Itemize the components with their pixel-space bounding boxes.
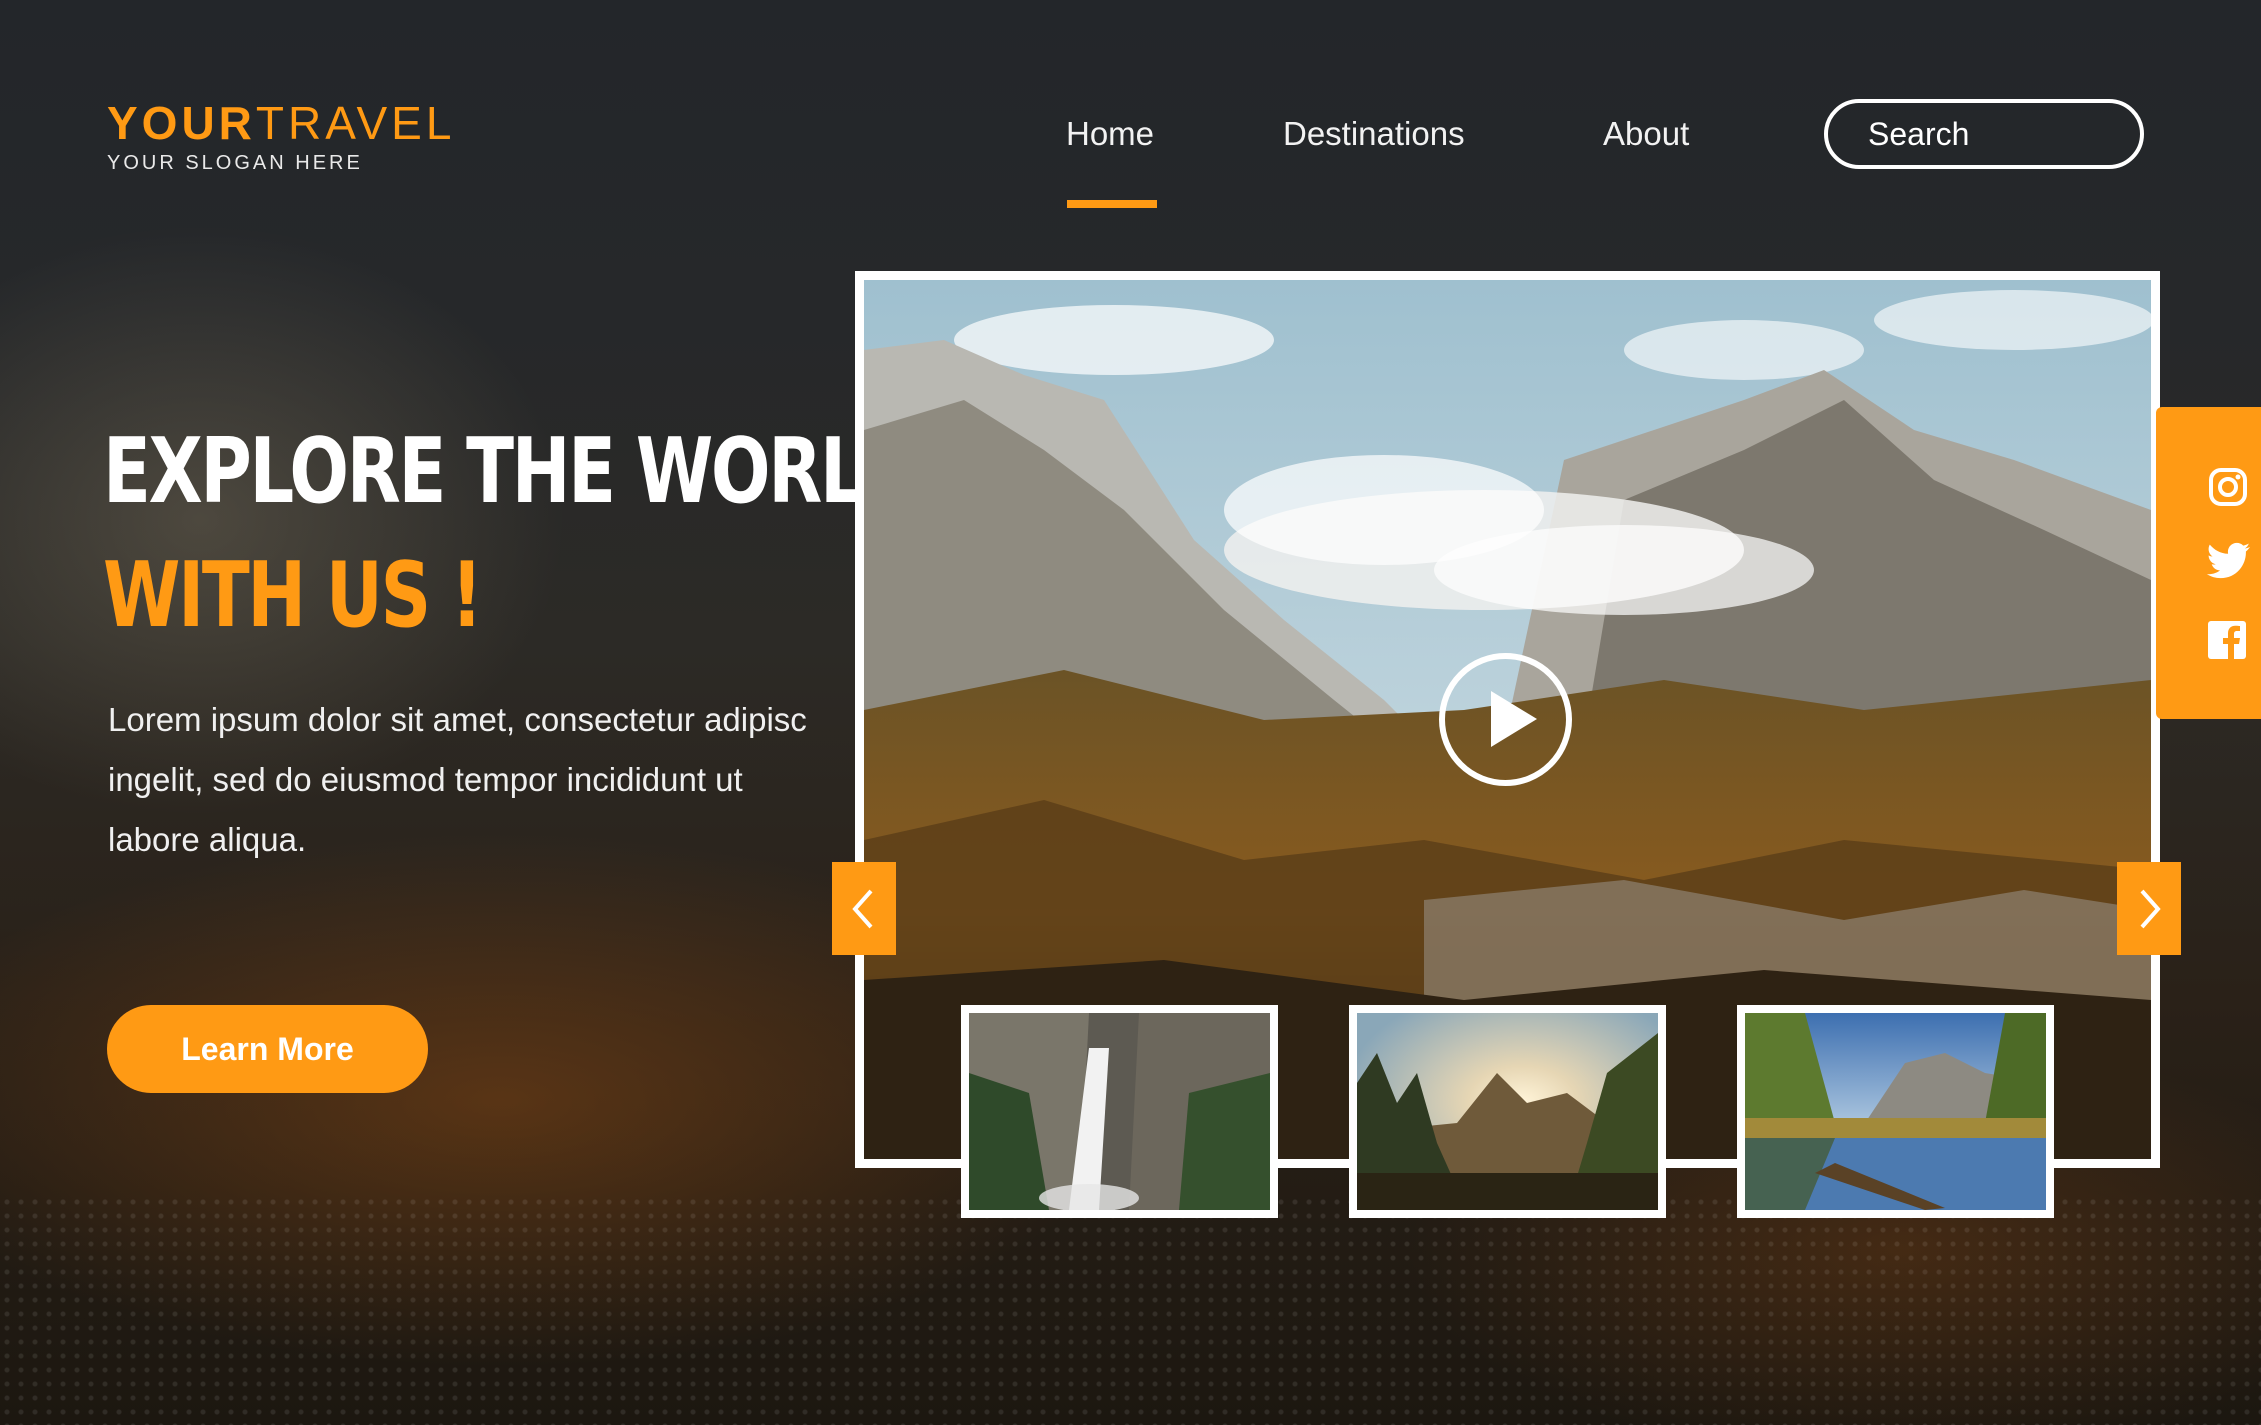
- social-sidebar: [2156, 407, 2261, 719]
- chevron-right-icon: [2140, 889, 2161, 928]
- thumbnail-image-waterfall: [969, 1013, 1270, 1210]
- hero-description: Lorem ipsum dolor sit amet, consectetur …: [108, 701, 807, 858]
- gallery-prev-button[interactable]: [832, 862, 896, 955]
- learn-more-button[interactable]: Learn More: [107, 1005, 428, 1093]
- instagram-icon[interactable]: [2208, 467, 2248, 507]
- nav-item-about[interactable]: About: [1603, 114, 1689, 154]
- nav-active-indicator: [1067, 200, 1157, 208]
- gallery-thumbnail-1[interactable]: [961, 1005, 1278, 1218]
- thumbnail-image-lake: [1745, 1013, 2046, 1210]
- facebook-icon[interactable]: [2208, 621, 2246, 659]
- search-input[interactable]: [1824, 99, 2144, 169]
- twitter-icon[interactable]: [2206, 541, 2252, 581]
- play-icon: [1491, 691, 1537, 747]
- logo[interactable]: YOURTRAVEL YOUR SLOGAN HERE: [107, 98, 455, 175]
- play-button[interactable]: [1439, 653, 1572, 786]
- gallery-thumbnail-3[interactable]: [1737, 1005, 2054, 1218]
- hero-headline: EXPLORE THE WORLD WITH US !: [103, 410, 921, 658]
- thumbnail-image-sunset: [1357, 1013, 1658, 1210]
- logo-wordmark: YOURTRAVEL: [107, 98, 455, 148]
- gallery-thumbnail-2[interactable]: [1349, 1005, 1666, 1218]
- hero-headline-line2: WITH US !: [103, 543, 483, 648]
- gallery-next-button[interactable]: [2117, 862, 2181, 955]
- logo-slogan: YOUR SLOGAN HERE: [107, 152, 363, 174]
- background-dot-pattern: [0, 1195, 2261, 1425]
- nav-item-home[interactable]: Home: [1066, 114, 1154, 154]
- chevron-left-icon: [852, 889, 873, 928]
- hero-headline-line1: EXPLORE THE WORLD: [103, 419, 921, 524]
- logo-brand-bold: YOUR: [107, 97, 256, 149]
- logo-brand-light: TRAVEL: [255, 97, 456, 149]
- nav-item-destinations[interactable]: Destinations: [1283, 114, 1465, 154]
